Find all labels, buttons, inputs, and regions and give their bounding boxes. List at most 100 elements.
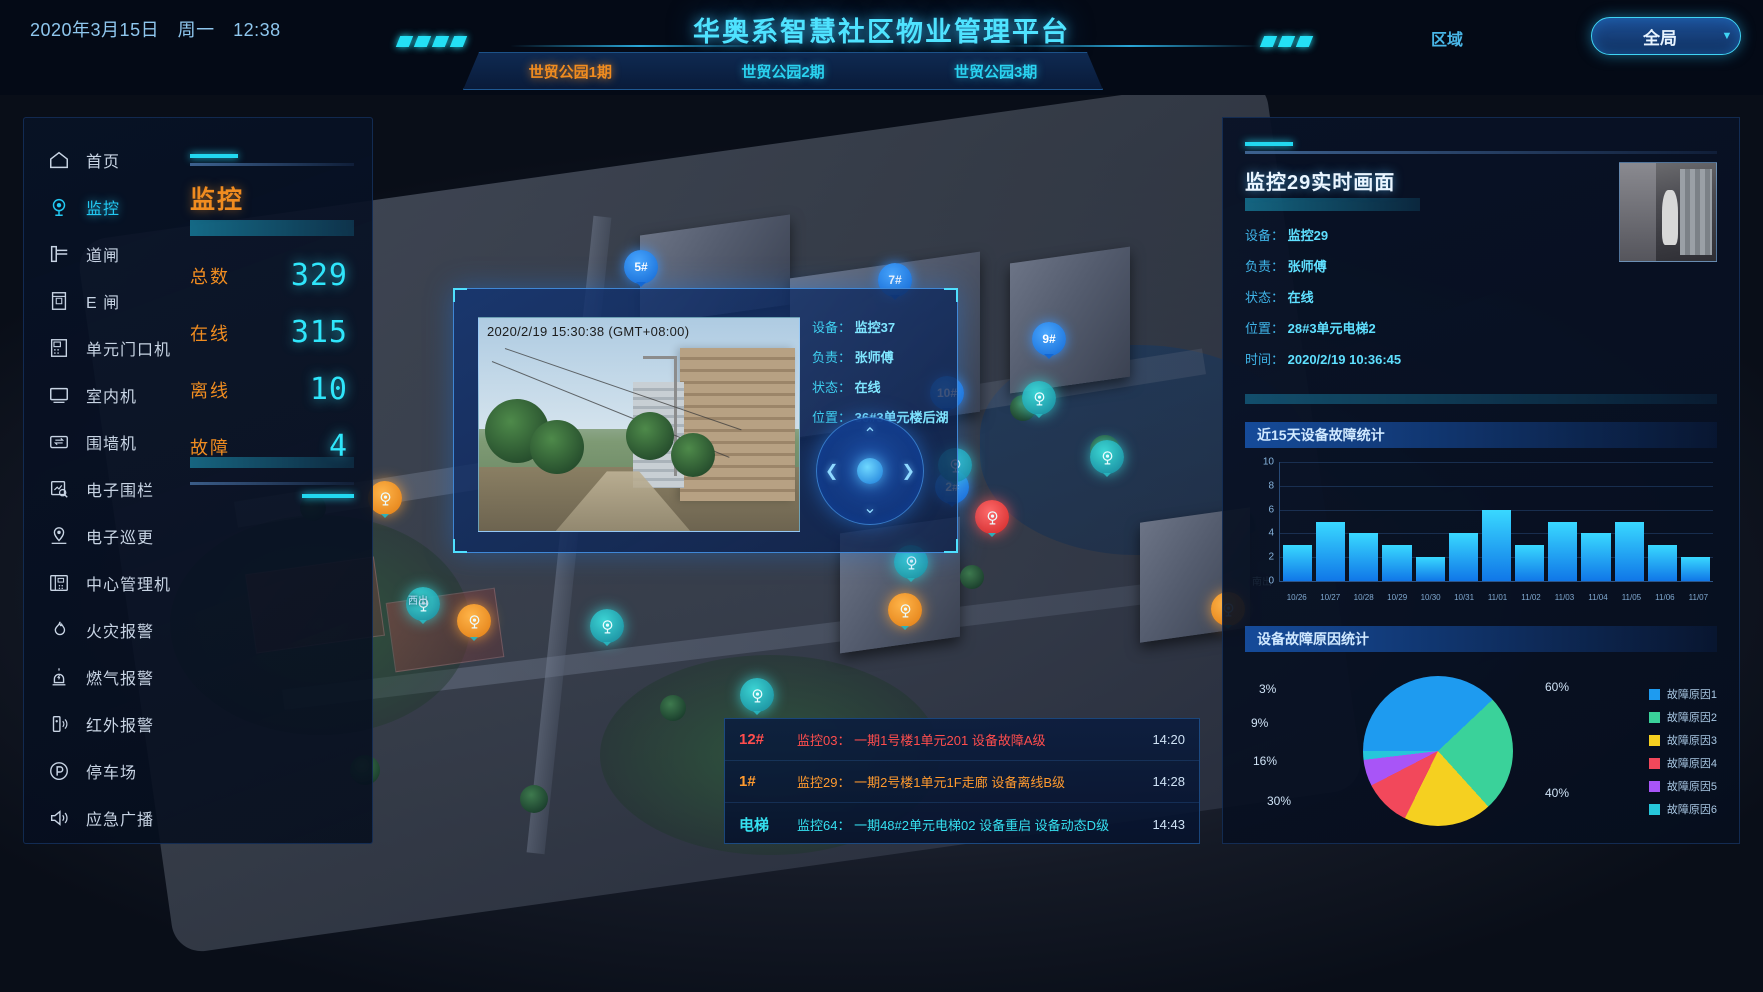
sidebar-item-13[interactable]: 停车场 [24, 747, 184, 794]
stat-label-total: 总数 [190, 266, 230, 287]
sidebar-item-5[interactable]: 室内机 [24, 371, 184, 418]
chevron-down-icon: ▼ [1721, 30, 1733, 42]
map-building-pin-2[interactable]: 9# [1032, 322, 1066, 359]
y-axis-tick: 8 [1268, 480, 1274, 492]
sidebar-item-2[interactable]: 道闸 [24, 230, 184, 277]
sidebar-item-6[interactable]: 围墙机 [24, 418, 184, 465]
region-select[interactable]: 全局 ▼ [1591, 17, 1741, 55]
alert-row[interactable]: 电梯 监控64： 一期48#2单元电梯02 设备重启 设备动态D级 14:43 [725, 803, 1199, 845]
info-key-owner: 负责： [812, 350, 852, 365]
legend-label: 故障原因4 [1666, 758, 1717, 770]
y-axis-tick: 6 [1268, 504, 1274, 516]
info-key-status: 状态： [812, 380, 852, 395]
rp-value-status: 在线 [1287, 290, 1314, 305]
sidebar-item-label: E 闸 [86, 294, 121, 312]
bar-9 [1581, 533, 1611, 581]
stat-label-offline: 离线 [190, 380, 230, 401]
ptz-center-button[interactable] [857, 458, 883, 484]
stats-panel: 监控 总数 329 在线 315 离线 10 故障 4 [184, 118, 372, 843]
map-camera-pin-0[interactable] [1022, 381, 1056, 418]
project-tabs[interactable]: 世贸公园1期 世贸公园2期 世贸公园3期 [463, 52, 1103, 90]
legend-label: 故障原因2 [1666, 712, 1717, 724]
corner-decor [453, 539, 467, 553]
bar-plot-area: 0 2 4 6 8 10 [1263, 457, 1713, 587]
sidebar-item-3[interactable]: E 闸 [24, 277, 184, 324]
info-row-owner: 负责： 张师傅 [812, 347, 954, 366]
tab-project-3[interactable]: 世贸公园3期 [954, 61, 1037, 82]
tab-project-2[interactable]: 世贸公园2期 [741, 61, 824, 82]
map-camera-pin-5[interactable] [368, 481, 402, 518]
camera-thumbnail[interactable] [1619, 162, 1717, 262]
map-camera-pin-1[interactable] [1090, 440, 1124, 477]
indoor-monitor-icon [46, 382, 72, 408]
ptz-left-icon[interactable]: ❮ [825, 461, 838, 481]
rp-key-location: 位置： [1245, 321, 1285, 336]
stat-value-total: 329 [290, 258, 348, 293]
corner-decor [944, 288, 958, 302]
rp-row-location: 位置： 28#3单元电梯2 [1245, 318, 1619, 337]
bar-3 [1382, 545, 1412, 581]
x-axis-tick: 11/01 [1487, 593, 1508, 602]
sidebar-item-14[interactable]: 应急广播 [24, 794, 184, 841]
bar-10 [1614, 521, 1644, 581]
tab-project-1[interactable]: 世贸公园1期 [529, 61, 612, 82]
map-building-pin-0[interactable]: 5# [624, 250, 658, 287]
x-axis-tick: 10/31 [1454, 593, 1475, 602]
alert-tag: 12# [739, 731, 765, 748]
sidebar-item-label: 监控 [86, 200, 121, 218]
x-axis-tick: 10/26 [1286, 593, 1307, 602]
ptz-up-icon[interactable]: ⌃ [863, 424, 876, 444]
map-camera-pin-7[interactable] [457, 604, 491, 641]
bar-chart-title: 近15天设备故障统计 [1245, 422, 1717, 448]
sidebar-nav[interactable]: 首页监控道闸 E 闸单元门口机室内机围墙机 电子围栏电子巡更中心管理机火灾报警燃气报… [24, 118, 184, 843]
camera-video-feed[interactable]: 2020/2/19 15:30:38 (GMT+08:00) [478, 317, 800, 532]
home-icon [46, 147, 72, 173]
alert-time: 14:28 [1152, 774, 1185, 789]
stats-title-bar [190, 220, 354, 236]
sidebar-item-11[interactable]: 燃气报警 [24, 653, 184, 700]
map-camera-pin-3[interactable] [975, 500, 1009, 537]
sidebar-item-0[interactable]: 首页 [24, 136, 184, 183]
sidebar-item-label: 室内机 [86, 388, 138, 406]
map-camera-pin-9[interactable] [888, 593, 922, 630]
x-axis-tick: 11/05 [1621, 593, 1642, 602]
sidebar-item-8[interactable]: 电子巡更 [24, 512, 184, 559]
sidebar-item-7[interactable]: 电子围栏 [24, 465, 184, 512]
sidebar-item-9[interactable]: 中心管理机 [24, 559, 184, 606]
stat-label-fault: 故障 [190, 437, 230, 458]
sidebar-item-label: 电子巡更 [86, 529, 155, 547]
corner-decor [944, 539, 958, 553]
sidebar-item-label: 红外报警 [86, 717, 155, 735]
ptz-control-pad[interactable]: ⌃ ⌄ ❮ ❯ [816, 417, 924, 525]
legend-item-4[interactable]: 故障原因5 [1648, 778, 1717, 794]
bar-2 [1349, 533, 1379, 581]
ptz-right-icon[interactable]: ❯ [902, 461, 915, 481]
info-row-status: 状态： 在线 [812, 377, 954, 396]
alert-row[interactable]: 12# 监控03： 一期1号楼1单元201 设备故障A级 14:20 [725, 719, 1199, 761]
ptz-down-icon[interactable]: ⌄ [863, 498, 876, 518]
sidebar-item-label: 火灾报警 [86, 623, 155, 641]
sidebar-item-12[interactable]: 红外报警 [24, 700, 184, 747]
alert-row[interactable]: 1# 监控29： 一期2号楼1单元1F走廊 设备离线B级 14:28 [725, 761, 1199, 803]
region-select-value: 全局 [1643, 28, 1677, 48]
legend-item-0[interactable]: 故障原因1 [1648, 686, 1717, 702]
sidebar-item-10[interactable]: 火灾报警 [24, 606, 184, 653]
rp-row-owner: 负责： 张师傅 [1245, 256, 1619, 275]
infrared-alarm-icon [46, 711, 72, 737]
map-camera-pin-11[interactable] [740, 678, 774, 715]
legend-item-1[interactable]: 故障原因2 [1648, 709, 1717, 725]
pie-chart-title: 设备故障原因统计 [1245, 626, 1717, 652]
sidebar-item-label: 应急广播 [86, 811, 155, 829]
legend-item-5[interactable]: 故障原因6 [1648, 801, 1717, 817]
alert-list[interactable]: 12# 监控03： 一期1号楼1单元201 设备故障A级 14:20 1# 监控29： … [724, 718, 1200, 844]
legend-swatch [1648, 803, 1660, 815]
legend-item-2[interactable]: 故障原因3 [1648, 732, 1717, 748]
camera-preview-popup[interactable]: 2020/2/19 15:30:38 (GMT+08:00) 设备： 监控37 … [453, 288, 958, 553]
legend-item-3[interactable]: 故障原因4 [1648, 755, 1717, 771]
fire-alarm-icon [46, 617, 72, 643]
right-panel-info-list: 设备： 监控29 负责： 张师傅 状态： 在线 位置： 28#3单元电梯2 时间… [1245, 211, 1619, 368]
region-label: 区域 [1430, 32, 1463, 49]
map-camera-pin-8[interactable] [590, 609, 624, 646]
sidebar-item-1[interactable]: 监控 [24, 183, 184, 230]
sidebar-item-4[interactable]: 单元门口机 [24, 324, 184, 371]
